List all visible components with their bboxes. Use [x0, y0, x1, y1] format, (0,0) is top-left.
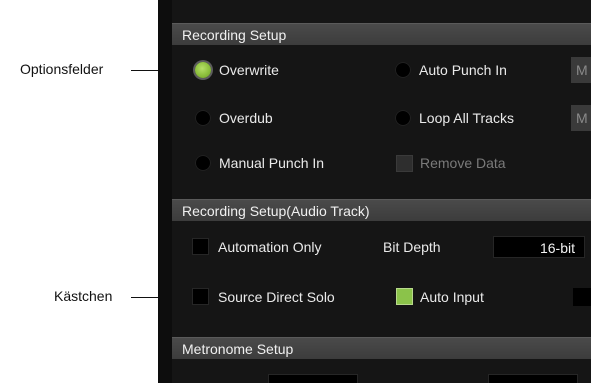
panel-left-edge — [158, 0, 172, 383]
callout-radio-buttons: Optionsfelder — [20, 61, 104, 77]
remove-data-label: Remove Data — [420, 155, 506, 171]
overwrite-label[interactable]: Overwrite — [219, 61, 279, 79]
auto-input-checkbox-icon[interactable] — [396, 288, 413, 305]
section-header-recording-setup: Recording Setup — [172, 23, 591, 45]
automation-only-checkbox-icon[interactable] — [192, 238, 209, 255]
section-header-metronome: Metronome Setup — [172, 337, 591, 359]
manual-punch-in-radio-icon[interactable] — [195, 155, 211, 171]
source-direct-solo-label[interactable]: Source Direct Solo — [218, 288, 335, 306]
section-header-audio-track: Recording Setup(Audio Track) — [172, 199, 591, 221]
punch-field-stub-2[interactable]: M — [571, 105, 591, 131]
recording-settings-panel: Recording Setup Overwrite Auto Punch In … — [158, 0, 591, 383]
auto-punch-in-label[interactable]: Auto Punch In — [419, 61, 507, 79]
metronome-field-cutoff-1[interactable] — [268, 374, 358, 383]
source-direct-solo-checkbox-icon[interactable] — [192, 288, 209, 305]
loop-all-tracks-label[interactable]: Loop All Tracks — [419, 109, 514, 127]
checkbox-stub-right[interactable] — [573, 288, 591, 306]
overwrite-radio-icon[interactable] — [195, 62, 211, 78]
auto-input-label[interactable]: Auto Input — [420, 288, 484, 306]
remove-data-checkbox-icon — [396, 155, 413, 172]
punch-field-stub-1[interactable]: M — [571, 57, 591, 83]
auto-punch-in-radio-icon[interactable] — [395, 62, 411, 78]
manual-punch-in-label[interactable]: Manual Punch In — [219, 154, 324, 172]
metronome-field-cutoff-2[interactable] — [488, 374, 578, 383]
bit-depth-label: Bit Depth — [383, 239, 441, 255]
overdub-label[interactable]: Overdub — [219, 109, 273, 127]
overdub-radio-icon[interactable] — [195, 110, 211, 126]
callout-checkboxes: Kästchen — [54, 288, 113, 304]
bit-depth-field[interactable]: 16-bit — [493, 236, 585, 258]
loop-all-tracks-radio-icon[interactable] — [395, 110, 411, 126]
automation-only-label[interactable]: Automation Only — [218, 238, 322, 256]
